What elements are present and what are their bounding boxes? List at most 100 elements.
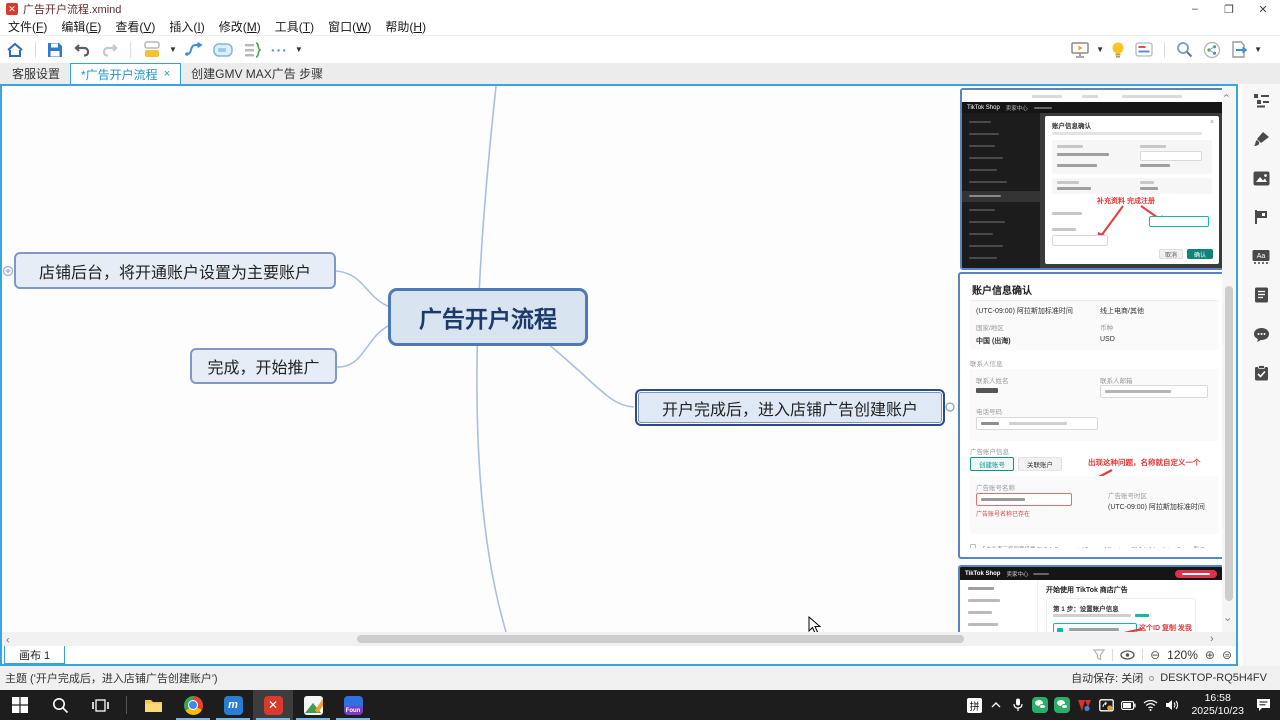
link-account-tab[interactable]: 关联账户 — [1018, 457, 1062, 471]
maximize-button[interactable]: ❐ — [1212, 0, 1246, 18]
search-icon[interactable] — [1176, 40, 1193, 60]
screen-share-icon[interactable] — [1095, 690, 1117, 720]
menu-window[interactable]: 窗口(W) — [328, 18, 371, 35]
sheet-tab-canvas-1[interactable]: 画布 1 — [4, 646, 65, 664]
scroll-left-icon[interactable]: › — [6, 634, 10, 645]
menu-help[interactable]: 帮助(H) — [385, 18, 426, 35]
vertical-scrollbar[interactable]: › › — [1222, 86, 1236, 632]
app-blue-button[interactable]: m — [213, 690, 253, 720]
comment-icon[interactable] — [1252, 325, 1270, 343]
export-icon[interactable] — [1231, 40, 1247, 60]
account-confirm-modal: 账户信息确认 × 补充资料 完成注册 — [1045, 116, 1219, 264]
wechat-icon[interactable] — [1029, 690, 1051, 720]
modal-close-icon[interactable]: × — [1210, 119, 1214, 126]
menu-modify[interactable]: 修改(M) — [219, 18, 261, 35]
insert-topic-icon[interactable] — [142, 40, 162, 60]
close-button[interactable]: ✕ — [1246, 0, 1280, 18]
tab-ad-account-flow[interactable]: *广告开户流程× — [70, 63, 181, 84]
tab-gmv-max[interactable]: 创建GMV MAX广告 步骤 — [181, 63, 333, 84]
menu-file[interactable]: 文件(F) — [8, 18, 47, 35]
summary-icon[interactable] — [243, 40, 261, 60]
redo-icon[interactable] — [101, 40, 119, 60]
close-tab-icon[interactable]: × — [164, 68, 170, 80]
scroll-down-icon[interactable]: › — [1221, 618, 1232, 622]
terms-checkbox[interactable] — [970, 544, 976, 548]
notes-icon[interactable] — [1252, 286, 1270, 304]
menu-edit[interactable]: 编辑(E) — [61, 18, 101, 35]
taskbar: m ✕ Foun 拼 — [0, 690, 1280, 720]
zoom-out-icon[interactable]: ⊖ — [1150, 648, 1160, 662]
battery-icon[interactable] — [1117, 690, 1139, 720]
more-tools-icon[interactable]: ··· — [271, 40, 288, 60]
input-method-indicator[interactable]: 拼 — [963, 690, 985, 720]
scroll-up-icon[interactable]: › — [1221, 94, 1232, 98]
wifi-icon[interactable] — [1139, 690, 1161, 720]
export-caret-icon[interactable]: ▼ — [1254, 45, 1262, 54]
notecard-icon[interactable] — [1135, 40, 1153, 60]
file-explorer-button[interactable] — [133, 690, 173, 720]
filter-icon[interactable] — [1093, 649, 1105, 661]
minimize-button[interactable]: – — [1178, 0, 1212, 18]
lightbulb-icon[interactable] — [1111, 40, 1125, 60]
mindmap-canvas[interactable]: 店铺后台，将开通账户设置为主要账户 完成，开始推广 广告开户流程 开户完成后，进… — [2, 86, 1236, 632]
attachment-image-account-confirm-page[interactable]: TikTok Shop 卖家中心 账户信息确认 — [960, 88, 1226, 270]
menu-insert[interactable]: 插入(I) — [169, 18, 204, 35]
volume-icon[interactable] — [1161, 690, 1183, 720]
wechat-icon-2[interactable] — [1051, 690, 1073, 720]
attachment-image-account-info-form[interactable]: 账户信息确认 (UTC-09:00) 阿拉斯加标准时间 线上电商/其他 国家/地… — [958, 272, 1234, 559]
action-center-icon[interactable] — [1252, 690, 1274, 720]
confirm-button[interactable]: 确认 — [1187, 249, 1213, 259]
vertical-scrollbar-thumb[interactable] — [1225, 286, 1233, 601]
share-icon[interactable] — [1203, 40, 1221, 60]
zoom-in-icon[interactable]: ⊕ — [1205, 648, 1215, 662]
dark-sidebar — [962, 113, 1040, 268]
presentation-caret-icon[interactable]: ▼ — [1096, 45, 1104, 54]
horizontal-scrollbar[interactable]: › › — [2, 632, 1236, 646]
chrome-button[interactable] — [173, 690, 213, 720]
task-view-button[interactable] — [80, 690, 120, 720]
header-badge — [1175, 570, 1217, 578]
attachment-image-start-ads-page[interactable]: TikTok Shop 卖家中心 开始使用 TikTok 商店广告 第 1 步：… — [958, 565, 1224, 632]
app-image-editor-button[interactable] — [293, 690, 333, 720]
toolbar: ▼ ··· ▼ ▼ — [0, 36, 1280, 63]
image-icon[interactable] — [1252, 169, 1270, 187]
eye-icon[interactable] — [1120, 650, 1135, 660]
app-foun-button[interactable]: Foun — [333, 690, 373, 720]
cancel-button[interactable]: 取消 — [1159, 249, 1183, 259]
insert-topic-caret-icon[interactable]: ▼ — [169, 45, 177, 54]
undo-icon[interactable] — [73, 40, 91, 60]
tray-expand-icon[interactable] — [985, 690, 1007, 720]
save-icon[interactable] — [47, 40, 63, 60]
horizontal-scrollbar-thumb[interactable] — [357, 635, 964, 643]
topic-set-main-account[interactable]: 店铺后台，将开通账户设置为主要账户 — [14, 252, 336, 289]
boundary-icon[interactable] — [213, 40, 233, 60]
topic-create-ad-account-selected[interactable]: 开户完成后，进入店铺广告创建账户 — [635, 389, 945, 426]
home-icon[interactable] — [6, 40, 24, 60]
annotation-text: 补充资料 完成注册 — [1097, 196, 1155, 206]
device-name: DESKTOP-RQ5H4FV — [1160, 672, 1267, 684]
zoom-fit-icon[interactable]: ⊜ — [1222, 648, 1232, 662]
menu-view[interactable]: 查看(V) — [115, 18, 155, 35]
presentation-icon[interactable] — [1071, 40, 1089, 60]
microphone-icon[interactable] — [1007, 690, 1029, 720]
start-button[interactable] — [0, 690, 40, 720]
label-icon[interactable]: Aa — [1252, 247, 1270, 265]
xmind-taskbar-button[interactable]: ✕ — [253, 690, 293, 720]
scroll-right-icon[interactable]: › — [1210, 634, 1214, 645]
format-brush-icon[interactable] — [1252, 130, 1270, 148]
topic-start-promotion[interactable]: 完成，开始推广 — [190, 348, 337, 384]
relationship-icon[interactable] — [184, 40, 203, 60]
title-bar: ✕ 广告开户流程.xmind – ❐ ✕ — [0, 0, 1280, 18]
tab-customer-service[interactable]: 客服设置 — [2, 63, 70, 84]
tray-app-v-icon[interactable] — [1073, 690, 1095, 720]
toolbar-caret-icon[interactable]: ▼ — [295, 45, 303, 54]
central-topic[interactable]: 广告开户流程 — [388, 288, 588, 346]
outline-icon[interactable] — [1252, 91, 1270, 109]
menu-tools[interactable]: 工具(T) — [275, 18, 314, 35]
screen: ✕ 广告开户流程.xmind – ❐ ✕ 文件(F) 编辑(E) 查看(V) 插… — [0, 0, 1280, 720]
task-icon[interactable] — [1252, 364, 1270, 382]
clock[interactable]: 16:58 2025/10/23 — [1191, 692, 1244, 718]
taskbar-search-button[interactable] — [40, 690, 80, 720]
marker-flag-icon[interactable] — [1252, 208, 1270, 226]
create-account-tab[interactable]: 创建账号 — [970, 457, 1014, 471]
